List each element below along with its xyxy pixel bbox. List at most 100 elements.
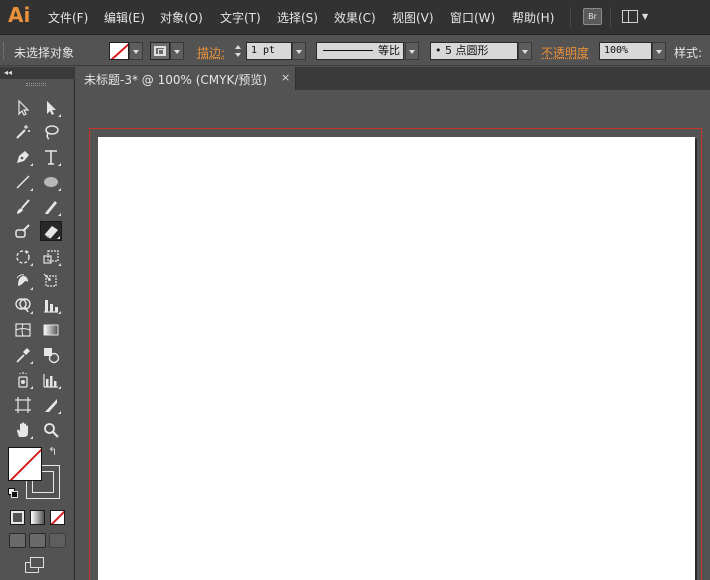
arrange-documents-button[interactable]: ▼: [622, 8, 652, 26]
brush-dropdown[interactable]: [518, 42, 532, 60]
menu-separator: [610, 7, 611, 27]
stroke-icon: [154, 46, 166, 56]
blob-brush-tool[interactable]: [12, 221, 34, 241]
app-logo: Ai: [8, 3, 31, 27]
slice-tool[interactable]: [40, 395, 62, 415]
type-tool[interactable]: [40, 147, 62, 167]
artboard[interactable]: [98, 137, 695, 580]
mesh-tool[interactable]: [12, 320, 34, 340]
gradient-icon: [43, 324, 59, 336]
gradient-mode-button[interactable]: [30, 510, 45, 525]
fill-dropdown[interactable]: [129, 42, 143, 60]
menu-bar: Ai 文件(F) 编辑(E) 对象(O) 文字(T) 选择(S) 效果(C) 视…: [0, 0, 710, 35]
menu-help[interactable]: 帮助(H): [512, 9, 554, 26]
warp-tool[interactable]: [12, 271, 34, 291]
brush-definition[interactable]: • 5 点圆形: [430, 42, 518, 60]
magic-wand-tool[interactable]: [12, 122, 34, 142]
swap-fill-stroke-icon[interactable]: ↰: [48, 445, 57, 458]
stroke-dropdown[interactable]: [170, 42, 184, 60]
fill-color-swatch[interactable]: [109, 42, 129, 60]
opacity-input[interactable]: 100%: [599, 42, 652, 60]
document-tab[interactable]: 未标题-3* @ 100% (CMYK/预览) ×: [76, 67, 296, 90]
graph-tool[interactable]: [40, 295, 62, 315]
blend-tool[interactable]: [40, 345, 62, 365]
close-tab-icon[interactable]: ×: [281, 71, 290, 84]
free-transform-tool[interactable]: [40, 271, 62, 291]
draw-behind-button[interactable]: [29, 533, 46, 548]
draw-inside-button[interactable]: [49, 533, 66, 548]
lasso-tool[interactable]: [40, 122, 62, 142]
panel-grip[interactable]: [3, 43, 6, 59]
tool-group-indicator: [58, 311, 61, 314]
opacity-dropdown[interactable]: [652, 42, 666, 60]
zoom-tool[interactable]: [40, 420, 62, 440]
eraser-tool[interactable]: [40, 221, 62, 241]
hand-tool[interactable]: [12, 420, 34, 440]
stroke-weight-input[interactable]: 1 pt: [246, 42, 292, 60]
canvas-area[interactable]: [76, 90, 710, 580]
paintbrush-icon: [17, 199, 30, 214]
menu-view[interactable]: 视图(V): [392, 9, 434, 26]
document-tab-bar: 未标题-3* @ 100% (CMYK/预览) ×: [76, 67, 710, 90]
pencil-tool[interactable]: [40, 197, 62, 217]
document-tab-title: 未标题-3* @ 100% (CMYK/预览): [84, 73, 268, 87]
column-graph-tool[interactable]: [40, 370, 62, 390]
stroke-label[interactable]: 描边:: [197, 44, 225, 61]
tool-group-indicator: [30, 386, 33, 389]
tool-group-indicator: [58, 213, 61, 216]
fill-swatch[interactable]: [8, 447, 42, 481]
menu-object[interactable]: 对象(O): [160, 9, 203, 26]
menu-file[interactable]: 文件(F): [48, 9, 88, 26]
menu-window[interactable]: 窗口(W): [450, 9, 495, 26]
eyedropper-tool[interactable]: [12, 345, 34, 365]
scale-tool[interactable]: [40, 247, 62, 267]
stroke-weight-dropdown[interactable]: [292, 42, 306, 60]
selection-status: 未选择对象: [14, 46, 75, 60]
none-color-icon: [110, 43, 128, 59]
style-label: 样式:: [674, 46, 703, 60]
default-fill-stroke-icon[interactable]: [8, 488, 18, 498]
bridge-button[interactable]: Br: [583, 8, 602, 25]
profile-line-icon: [323, 50, 373, 51]
tool-group-indicator: [58, 114, 61, 117]
direct-selection-tool[interactable]: [40, 98, 62, 118]
opacity-label[interactable]: 不透明度: [541, 44, 589, 61]
artboard-icon: [15, 397, 31, 413]
panel-grip[interactable]: [26, 83, 46, 86]
tool-group-indicator: [58, 263, 61, 266]
draw-normal-button[interactable]: [9, 533, 26, 548]
color-mode-button[interactable]: [10, 510, 25, 525]
magic-wand-icon: [16, 125, 30, 139]
mesh-grid-icon: [15, 323, 31, 337]
default-stroke-square: [11, 491, 18, 498]
pen-tool[interactable]: [12, 147, 34, 167]
ellipse-tool[interactable]: [40, 172, 62, 192]
tool-group-indicator: [30, 436, 33, 439]
variable-width-profile[interactable]: 等比: [316, 42, 404, 60]
stroke-weight-stepper[interactable]: [233, 42, 245, 60]
selection-arrow-icon: [18, 99, 30, 116]
none-mode-button[interactable]: [50, 510, 65, 525]
line-segment-tool[interactable]: [12, 172, 34, 192]
chevron-down-icon: ▼: [642, 12, 649, 21]
menu-type[interactable]: 文字(T): [220, 9, 261, 26]
artboard-tool[interactable]: [12, 395, 34, 415]
menu-separator: [570, 7, 571, 27]
magnifier-icon: [44, 423, 59, 438]
blend-icon: [44, 348, 60, 364]
menu-select[interactable]: 选择(S): [277, 9, 318, 26]
rotate-tool[interactable]: [12, 247, 34, 267]
collapse-panel-button[interactable]: ◂◂: [0, 67, 75, 79]
menu-edit[interactable]: 编辑(E): [104, 9, 145, 26]
symbol-sprayer-tool[interactable]: [12, 370, 34, 390]
tool-group-indicator: [30, 311, 33, 314]
gradient-tool[interactable]: [40, 320, 62, 340]
paintbrush-tool[interactable]: [12, 197, 34, 217]
stroke-color-swatch[interactable]: [150, 42, 170, 60]
menu-effect[interactable]: 效果(C): [334, 9, 376, 26]
shape-builder-tool[interactable]: [12, 295, 34, 315]
profile-dropdown[interactable]: [405, 42, 419, 60]
selection-tool[interactable]: [12, 98, 34, 118]
tool-group-indicator: [57, 236, 60, 239]
change-screen-mode-button[interactable]: [25, 557, 47, 573]
